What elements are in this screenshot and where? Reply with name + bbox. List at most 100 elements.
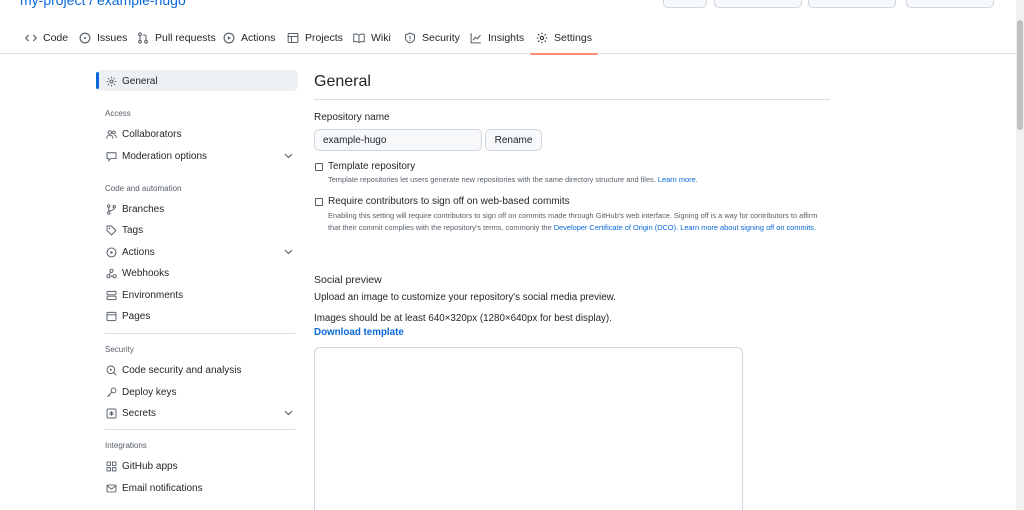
header-button-4[interactable] (906, 0, 994, 8)
header-button-1[interactable] (663, 0, 707, 8)
sidebar-item-deploy-keys[interactable]: Deploy keys (106, 383, 294, 401)
tab-projects-label: Projects (305, 32, 343, 44)
sidebar-item-general[interactable]: General (106, 72, 294, 90)
signoff-label: Require contributors to sign off on web-… (328, 196, 570, 207)
social-preview-description: Upload an image to customize your reposi… (314, 292, 616, 303)
chevron-down-icon[interactable] (283, 246, 294, 257)
chevron-down-icon[interactable] (283, 150, 294, 161)
sidebar-heading-access: Access (105, 109, 131, 118)
codescan-icon (106, 365, 117, 376)
download-template-link[interactable]: Download template (314, 327, 404, 338)
repo-nav: Code Issues Pull requests Actions Projec… (0, 22, 1016, 55)
tab-wiki-label: Wiki (371, 32, 391, 44)
rename-button[interactable]: Rename (485, 129, 542, 151)
code-icon (25, 34, 37, 42)
sidebar-item-email-notifications[interactable]: Email notifications (106, 479, 294, 497)
repo-name-input[interactable] (314, 129, 482, 151)
page-scrollbar[interactable] (1016, 0, 1024, 510)
dco-link[interactable]: Developer Certificate of Origin (DCO). (554, 223, 678, 232)
sidebar-item-collaborators[interactable]: Collaborators (106, 125, 294, 143)
tab-actions[interactable]: Actions (223, 22, 275, 54)
webhook-icon (106, 268, 117, 278)
social-preview-size-note: Images should be at least 640×320px (128… (314, 313, 612, 324)
repo-path-link[interactable]: my-project / example-hugo (20, 0, 186, 8)
sidebar-item-label: Webhooks (122, 267, 170, 279)
tab-code-label: Code (43, 32, 69, 44)
apps-icon (106, 461, 117, 471)
play-icon (106, 247, 117, 257)
sidebar-item-label: Email notifications (122, 482, 203, 494)
graph-icon (470, 33, 481, 44)
sidebar-item-actions[interactable]: Actions (106, 243, 294, 261)
sidebar-divider (105, 333, 295, 334)
sidebar-item-moderation[interactable]: Moderation options (106, 147, 294, 165)
template-repo-checkbox[interactable] (315, 163, 323, 171)
sidebar-divider (105, 429, 295, 430)
comment-icon (106, 151, 117, 162)
issue-icon (79, 32, 91, 44)
signoff-learn-more-link[interactable]: Learn more about signing off on commits. (680, 223, 816, 232)
sidebar-item-pages[interactable]: Pages (106, 307, 294, 325)
tab-security[interactable]: Security (404, 22, 460, 54)
pull-request-icon (138, 32, 148, 44)
tab-settings-label: Settings (554, 32, 592, 44)
header-button-3[interactable] (808, 0, 896, 8)
scrollbar-thumb[interactable] (1017, 20, 1023, 130)
sidebar-item-label: Moderation options (122, 150, 208, 162)
sidebar-item-tags[interactable]: Tags (106, 221, 294, 239)
tab-settings[interactable]: Settings (530, 22, 598, 55)
sidebar-item-label: General (122, 75, 158, 87)
sidebar-item-environments[interactable]: Environments (106, 286, 294, 304)
key-icon (107, 387, 117, 397)
sidebar-item-label: Secrets (122, 407, 156, 419)
sidebar-item-code-security[interactable]: Code security and analysis (106, 361, 294, 379)
template-learn-more-link[interactable]: Learn more. (658, 175, 698, 184)
table-icon (287, 32, 299, 44)
tab-security-label: Security (422, 32, 460, 44)
play-icon (223, 32, 235, 44)
header-button-2[interactable] (714, 0, 802, 8)
sidebar-heading-integrations: Integrations (105, 441, 147, 450)
shield-icon (404, 32, 416, 44)
gear-icon (536, 32, 548, 44)
sidebar-item-secrets[interactable]: Secrets (106, 404, 294, 422)
gear-icon (106, 76, 117, 86)
tab-issues-label: Issues (97, 32, 128, 44)
chevron-down-icon[interactable] (283, 407, 294, 418)
page-title: General (314, 73, 371, 90)
sidebar-item-label: Tags (122, 224, 144, 236)
sidebar-item-branches[interactable]: Branches (106, 200, 294, 218)
tag-icon (106, 225, 117, 236)
sidebar-heading-security: Security (105, 345, 134, 354)
sidebar-item-label: Branches (122, 203, 165, 215)
tab-actions-label: Actions (241, 32, 276, 44)
people-icon (106, 129, 117, 139)
sidebar-heading-code-automation: Code and automation (105, 184, 182, 193)
tab-projects[interactable]: Projects (287, 22, 343, 54)
sidebar-item-label: Pages (122, 310, 151, 322)
sidebar-item-label: Code security and analysis (122, 364, 242, 376)
sidebar-item-label: Actions (122, 246, 155, 258)
server-icon (106, 290, 117, 300)
title-divider (314, 99, 830, 100)
top-header: my-project / example-hugo (0, 0, 1016, 12)
sidebar-item-label: GitHub apps (122, 460, 178, 472)
asterisk-icon (106, 408, 117, 418)
tab-issues[interactable]: Issues (79, 22, 127, 54)
sidebar-item-label: Collaborators (122, 128, 182, 140)
template-note-text: Template repositories let users generate… (328, 175, 656, 184)
tab-insights[interactable]: Insights (470, 22, 524, 54)
sidebar-item-webhooks[interactable]: Webhooks (106, 264, 294, 282)
tab-code[interactable]: Code (25, 22, 68, 54)
signoff-note: Enabling this setting will require contr… (328, 210, 828, 234)
mail-icon (106, 484, 117, 492)
tab-pull-requests[interactable]: Pull requests (137, 22, 216, 54)
social-preview-image-box[interactable] (314, 347, 743, 510)
sidebar-item-github-apps[interactable]: GitHub apps (106, 457, 294, 475)
sidebar-item-label: Deploy keys (122, 386, 177, 398)
tab-wiki[interactable]: Wiki (353, 22, 391, 54)
signoff-checkbox[interactable] (315, 198, 323, 206)
social-preview-title: Social preview (314, 274, 382, 286)
template-repo-label: Template repository (328, 161, 416, 172)
browser-icon (106, 311, 117, 321)
